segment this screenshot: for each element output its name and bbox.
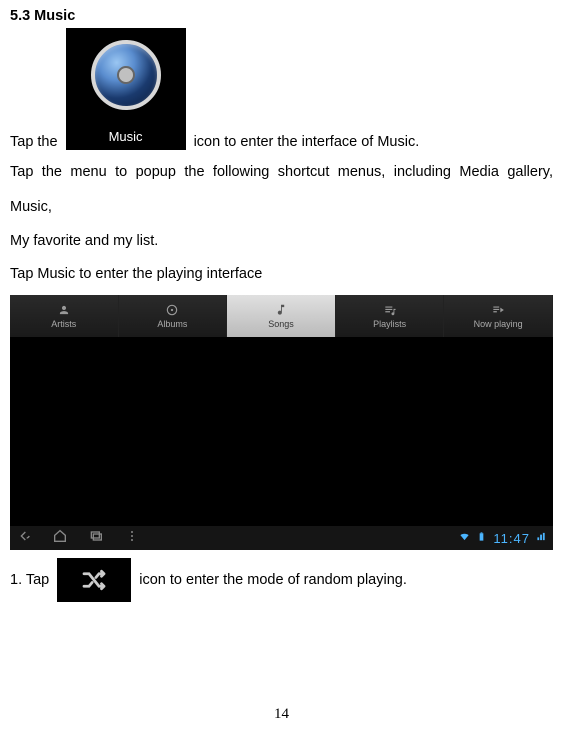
albums-icon — [165, 303, 179, 317]
paragraph-music: Music, — [10, 191, 553, 224]
android-navbar: 11:47 — [10, 526, 553, 550]
tab-label: Playlists — [373, 319, 406, 329]
playlists-icon — [383, 303, 397, 317]
paragraph-tap-shuffle: 1. Tap icon to enter the mode of random … — [10, 558, 553, 602]
songs-icon — [274, 303, 288, 317]
now-playing-icon — [491, 303, 505, 317]
tab-label: Artists — [51, 319, 76, 329]
signal-icon — [536, 530, 547, 546]
music-app-label: Music — [109, 129, 143, 150]
tab-label: Songs — [268, 319, 294, 329]
shuffle-icon — [79, 565, 109, 595]
recent-apps-icon[interactable] — [88, 528, 104, 548]
section-heading: 5.3 Music — [10, 8, 553, 24]
status-clock: 11:47 — [493, 531, 530, 546]
paragraph-tap-music-icon: Tap the Music icon to enter the interfac… — [10, 28, 553, 150]
music-tabs: Artists Albums Songs Playlists Now playi… — [10, 295, 553, 337]
music-app-icon: Music — [66, 28, 186, 150]
home-icon[interactable] — [52, 528, 68, 548]
menu-icon[interactable] — [124, 528, 140, 548]
shuffle-icon-box — [57, 558, 131, 602]
paragraph-menu-popup: Tap the menu to popup the following shor… — [10, 156, 553, 189]
tab-label: Now playing — [474, 319, 523, 329]
tab-songs[interactable]: Songs — [227, 295, 336, 337]
tab-playlists[interactable]: Playlists — [336, 295, 445, 337]
paragraph-tap-music-enter: Tap Music to enter the playing interface — [10, 258, 553, 291]
tab-label: Albums — [157, 319, 187, 329]
artists-icon — [57, 303, 71, 317]
text-random-playing: icon to enter the mode of random playing… — [139, 572, 407, 588]
page-number: 14 — [0, 706, 563, 723]
battery-icon — [476, 530, 487, 546]
speaker-icon — [91, 40, 161, 110]
text-tap-the: Tap the — [10, 134, 58, 150]
paragraph-favorite-list: My favorite and my list. — [10, 225, 553, 258]
music-player-screenshot: Artists Albums Songs Playlists Now playi… — [10, 295, 553, 550]
tab-now-playing[interactable]: Now playing — [444, 295, 553, 337]
tab-albums[interactable]: Albums — [119, 295, 228, 337]
wifi-icon — [459, 530, 470, 546]
text-icon-enter-music: icon to enter the interface of Music. — [194, 134, 420, 150]
back-icon[interactable] — [16, 528, 32, 548]
text-1-tap: 1. Tap — [10, 572, 49, 588]
tab-artists[interactable]: Artists — [10, 295, 119, 337]
